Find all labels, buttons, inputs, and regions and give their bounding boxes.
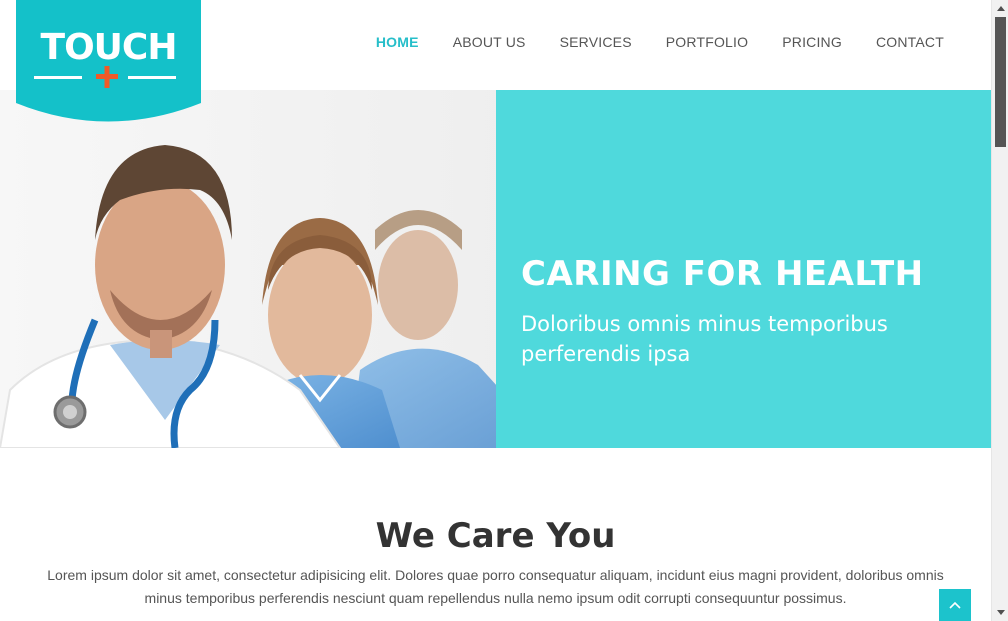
section-title: We Care You [375,516,616,556]
hero-banner: CARING FOR HEALTH Doloribus omnis minus … [0,90,991,448]
site-logo[interactable]: TOUCH [16,0,201,123]
scrollbar-thumb[interactable] [995,17,1006,147]
hero-text-panel: CARING FOR HEALTH Doloribus omnis minus … [496,90,991,448]
scroll-down-arrow-icon[interactable] [992,604,1008,621]
nav-about-us[interactable]: ABOUT US [453,33,526,51]
site-header: TOUCH HOME ABOUT US SERVICES PORTFOLIO P… [0,0,991,122]
scroll-up-arrow-icon[interactable] [992,0,1008,17]
nav-pricing[interactable]: PRICING [782,33,842,51]
hero-subtitle: Doloribus omnis minus temporibus perfere… [521,312,888,366]
logo-text: TOUCH [40,27,178,68]
main-nav: HOME ABOUT US SERVICES PORTFOLIO PRICING… [376,33,944,51]
nav-contact[interactable]: CONTACT [876,33,944,51]
hero-title: CARING FOR HEALTH [521,254,924,294]
chevron-up-icon [949,601,961,609]
back-to-top-button[interactable] [939,589,971,621]
vertical-scrollbar[interactable] [991,0,1008,621]
about-section: We Care You Lorem ipsum dolor sit amet, … [0,448,991,621]
nav-home[interactable]: HOME [376,33,419,51]
section-description: Lorem ipsum dolor sit amet, consectetur … [47,567,944,606]
nav-portfolio[interactable]: PORTFOLIO [666,33,748,51]
hero-doctors-image [0,90,528,448]
nav-services[interactable]: SERVICES [560,33,632,51]
